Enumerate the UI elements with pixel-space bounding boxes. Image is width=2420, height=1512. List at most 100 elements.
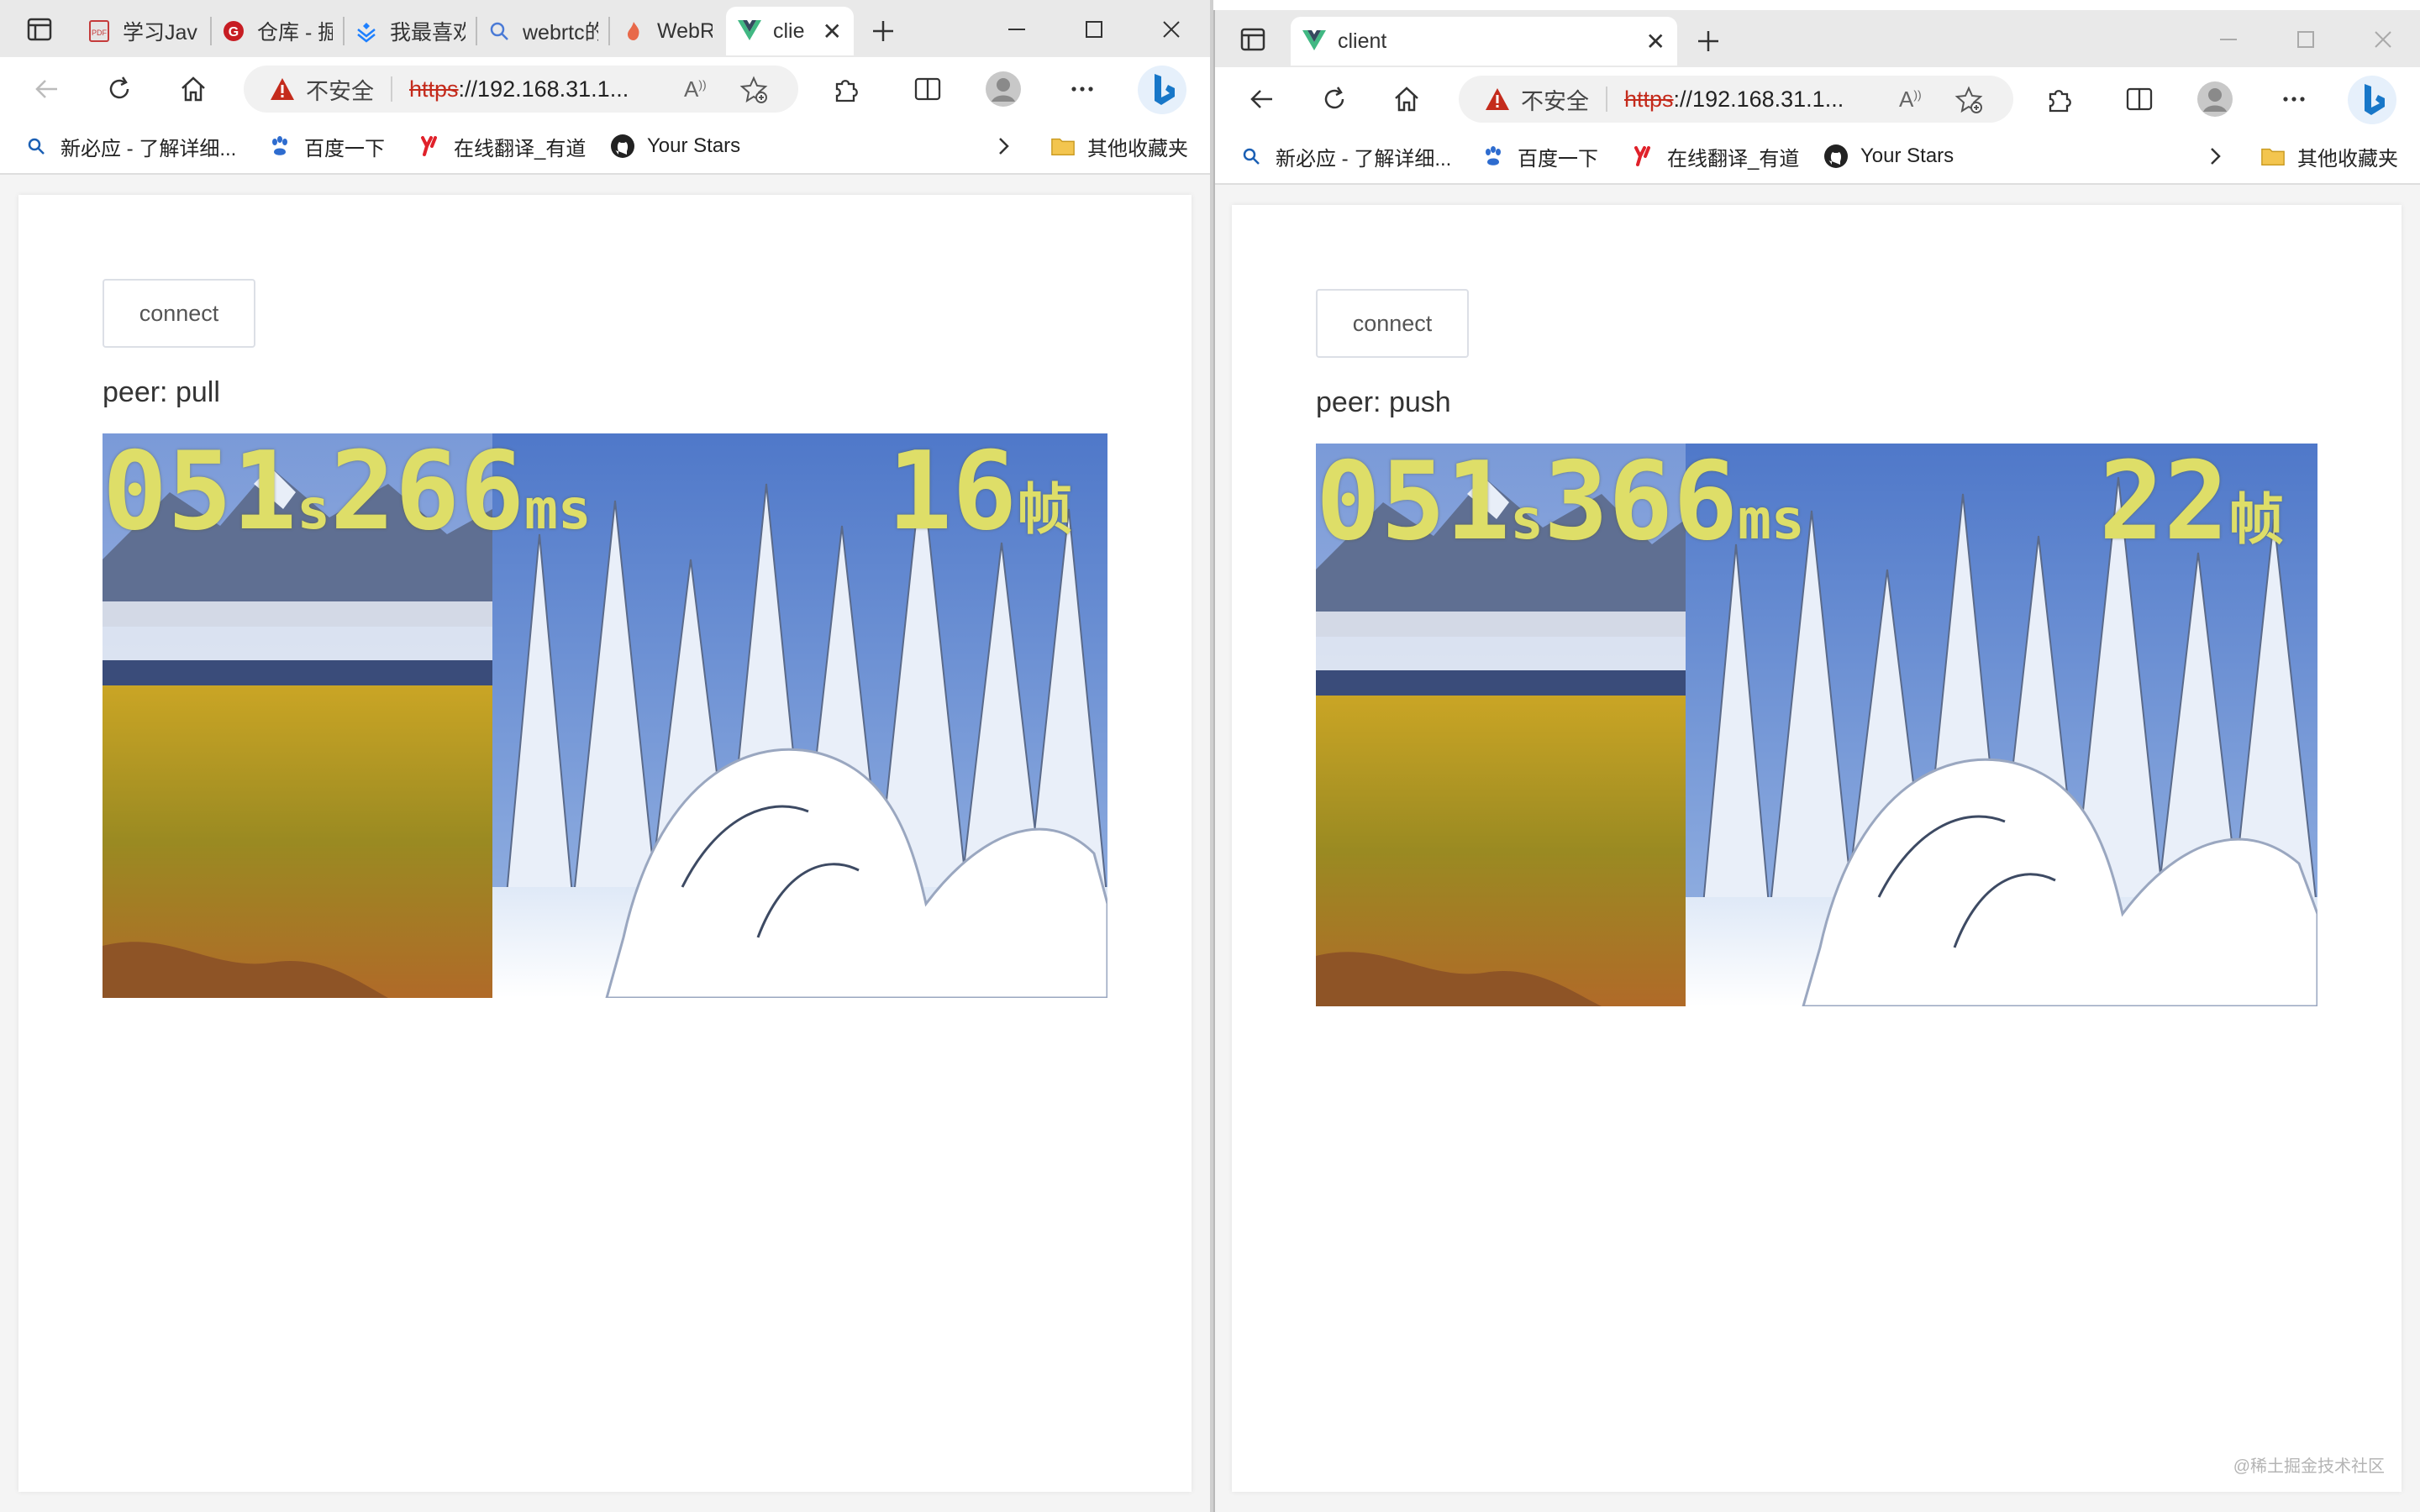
maximize-button[interactable]	[2272, 18, 2339, 60]
other-bookmarks[interactable]: 其他收藏夹	[2260, 139, 2398, 173]
frame-counter-overlay: 22帧	[2099, 449, 2284, 556]
tab-1[interactable]: PDF 学习Jav	[77, 17, 212, 45]
connect-button[interactable]: connect	[1316, 289, 1469, 358]
home-button[interactable]	[175, 71, 212, 108]
gitee-icon: G	[222, 19, 245, 43]
refresh-button[interactable]	[101, 71, 138, 108]
tab-title: WebRTC	[657, 18, 713, 43]
maximize-button[interactable]	[1060, 8, 1128, 50]
tab-3[interactable]: 我最喜欢	[345, 17, 477, 45]
bookmark-label: 新必应 - 了解详细...	[1276, 147, 1452, 171]
youdao-icon	[417, 134, 442, 159]
baidu-paw-icon	[1481, 144, 1506, 169]
bookmark-label: 在线翻译_有道	[454, 137, 587, 160]
page-card: connect peer: push 051s366ms 22帧 @稀土掘金技术…	[1232, 205, 2402, 1492]
extensions-icon[interactable]	[827, 71, 864, 108]
split-screen-icon[interactable]	[2121, 81, 2158, 118]
overlay-frames-unit: 帧	[2228, 487, 2285, 552]
address-bar[interactable]: 不安全 https://192.168.31.1... A))	[244, 66, 798, 113]
overlay-seconds: 051	[1316, 444, 1511, 564]
home-button[interactable]	[1388, 81, 1425, 118]
address-toolbar: 不安全 https://192.168.31.1... A))	[0, 57, 1210, 121]
vue-icon	[1302, 29, 1326, 53]
more-menu-icon[interactable]	[2275, 81, 2312, 118]
bing-copilot-icon[interactable]	[2346, 74, 2398, 126]
bookmarks-overflow-chevron-icon[interactable]	[992, 129, 1015, 163]
tab-actions-icon[interactable]	[1239, 25, 1267, 54]
add-favorite-icon[interactable]	[1954, 86, 1983, 120]
bookmark-label: 百度一下	[1518, 147, 1598, 171]
profile-avatar[interactable]	[2196, 81, 2233, 118]
profile-avatar[interactable]	[985, 71, 1022, 108]
new-tab-button[interactable]	[1687, 20, 1729, 62]
juejin-icon	[355, 19, 378, 43]
bookmarks-overflow-chevron-icon[interactable]	[2203, 139, 2227, 173]
tab-strip: PDF 学习Jav G 仓库 - 掘 我最喜欢 webrtc的 WebRTC c…	[0, 0, 1210, 57]
bookmark-bing[interactable]: 新必应 - 了解详细...	[1239, 139, 1451, 173]
bookmark-youdao[interactable]: 在线翻译_有道	[1630, 139, 1799, 173]
svg-text:PDF: PDF	[92, 29, 108, 37]
warning-icon	[1486, 88, 1509, 110]
search-icon	[24, 134, 49, 159]
bookmark-baidu[interactable]: 百度一下	[1481, 139, 1598, 173]
overlay-frames: 22	[2099, 444, 2229, 564]
bookmark-youdao[interactable]: 在线翻译_有道	[417, 129, 586, 163]
bookmark-bing[interactable]: 新必应 - 了解详细...	[24, 129, 236, 163]
add-favorite-icon[interactable]	[739, 76, 768, 110]
refresh-button[interactable]	[1316, 81, 1353, 118]
tab-active-client[interactable]: client ✕	[1291, 17, 1677, 66]
bookmark-label: 新必应 - 了解详细...	[60, 137, 237, 160]
read-aloud-icon[interactable]: A))	[684, 76, 707, 102]
tab-5[interactable]: WebRTC	[610, 17, 724, 45]
more-menu-icon[interactable]	[1064, 71, 1101, 108]
tab-title: 我最喜欢	[390, 21, 466, 45]
url-text: ://192.168.31.1...	[1673, 86, 1844, 112]
bookmark-your-stars[interactable]: Your Stars	[610, 129, 740, 163]
other-bookmarks[interactable]: 其他收藏夹	[1050, 129, 1188, 163]
bookmark-label: Your Stars	[647, 134, 741, 157]
connect-button[interactable]: connect	[103, 279, 255, 348]
github-icon	[1823, 144, 1849, 169]
local-video[interactable]: 051s366ms 22帧	[1316, 444, 2317, 1006]
remote-video[interactable]: 051s266ms 16帧	[103, 433, 1107, 998]
split-screen-icon[interactable]	[909, 71, 946, 108]
read-aloud-icon[interactable]: A))	[1899, 87, 1922, 113]
bookmark-label: 在线翻译_有道	[1667, 147, 1800, 171]
tab-actions-icon[interactable]	[25, 15, 54, 44]
close-tab-icon[interactable]: ✕	[814, 18, 842, 45]
bing-copilot-icon[interactable]	[1136, 64, 1188, 116]
github-icon	[610, 134, 635, 159]
page-viewport: connect peer: pull 051s266ms 16帧	[0, 175, 1210, 1512]
extensions-icon[interactable]	[2040, 81, 2077, 118]
tab-active-client[interactable]: clie ✕	[726, 7, 854, 55]
timestamp-overlay: 051s366ms	[1316, 449, 1805, 556]
tab-4[interactable]: webrtc的	[477, 17, 610, 45]
bookmark-label: 其他收藏夹	[2297, 147, 2398, 171]
new-tab-button[interactable]	[862, 10, 904, 52]
minimize-button[interactable]	[983, 8, 1050, 50]
bookmark-label: 百度一下	[304, 137, 385, 160]
close-window-button[interactable]	[2349, 18, 2417, 60]
bookmark-baidu[interactable]: 百度一下	[267, 129, 385, 163]
back-button[interactable]	[1244, 81, 1281, 118]
address-toolbar: 不安全 https://192.168.31.1... A))	[1215, 67, 2420, 131]
tab-title: webrtc的	[523, 21, 598, 45]
peer-label: peer: pull	[103, 376, 220, 408]
tab-2[interactable]: G 仓库 - 掘	[212, 17, 345, 45]
minimize-button[interactable]	[2195, 18, 2262, 60]
warning-icon	[271, 78, 294, 100]
vue-icon	[738, 19, 761, 43]
address-bar[interactable]: 不安全 https://192.168.31.1... A))	[1459, 76, 2013, 123]
search-icon	[487, 19, 511, 43]
url-scheme: https	[1624, 86, 1674, 112]
bookmark-your-stars[interactable]: Your Stars	[1823, 139, 1954, 173]
timestamp-overlay: 051s266ms	[103, 438, 592, 546]
back-button[interactable]	[29, 71, 66, 108]
close-tab-icon[interactable]: ✕	[1638, 28, 1665, 55]
bookmark-label: Your Stars	[1860, 144, 1954, 167]
baidu-paw-icon	[267, 134, 292, 159]
bookmark-label: 其他收藏夹	[1087, 137, 1188, 160]
close-window-button[interactable]	[1138, 8, 1205, 50]
peer-label: peer: push	[1316, 386, 1451, 418]
not-secure-label: 不安全	[1521, 88, 1589, 114]
